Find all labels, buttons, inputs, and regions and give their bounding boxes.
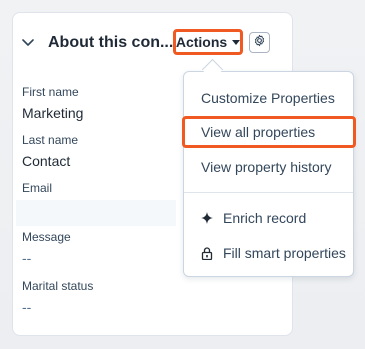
field-email: Email — [16, 181, 176, 226]
card-header[interactable]: About this con... — [20, 31, 173, 55]
chevron-down-icon[interactable] — [20, 35, 36, 51]
menu-item-label: View all properties — [201, 124, 316, 140]
menu-item-label: Customize Properties — [201, 90, 335, 106]
menu-item-view-property-history[interactable]: View property history — [184, 152, 353, 182]
field-last-name: Last name Contact — [22, 133, 78, 170]
menu-item-view-all-properties[interactable]: View all properties — [184, 117, 353, 147]
settings-button[interactable] — [249, 32, 270, 53]
screen: About this con... Actions First name Mar… — [0, 0, 365, 349]
menu-item-enrich-record[interactable]: Enrich record — [184, 203, 353, 233]
field-value[interactable]: Contact — [22, 152, 78, 170]
field-message: Message -- — [22, 230, 71, 267]
caret-down-icon — [232, 39, 241, 45]
field-marital-status: Marital status -- — [22, 279, 93, 316]
gear-icon — [253, 34, 266, 52]
menu-divider — [184, 192, 353, 193]
lock-icon — [201, 246, 217, 260]
field-label: Email — [22, 181, 53, 195]
field-value[interactable]: -- — [22, 298, 93, 316]
menu-item-label: View property history — [201, 159, 332, 175]
field-first-name: First name Marketing — [22, 85, 83, 122]
field-label: First name — [22, 85, 79, 99]
field-value[interactable]: Marketing — [22, 104, 83, 122]
field-value[interactable]: -- — [22, 249, 71, 267]
actions-dropdown-menu: Customize Properties View all properties… — [183, 71, 354, 277]
actions-button[interactable]: Actions — [173, 29, 243, 55]
menu-item-label: Enrich record — [223, 210, 307, 226]
field-label: Marital status — [22, 279, 94, 293]
menu-item-fill-smart-properties[interactable]: Fill smart properties — [184, 238, 353, 268]
email-field[interactable] — [16, 200, 176, 226]
menu-item-customize-properties[interactable]: Customize Properties — [184, 83, 353, 113]
field-label: Message — [22, 230, 71, 244]
actions-button-label: Actions — [175, 34, 228, 50]
card-title: About this con... — [48, 34, 174, 51]
sparkle-icon — [201, 212, 217, 224]
field-label: Last name — [22, 133, 79, 147]
menu-item-label: Fill smart properties — [223, 245, 346, 261]
